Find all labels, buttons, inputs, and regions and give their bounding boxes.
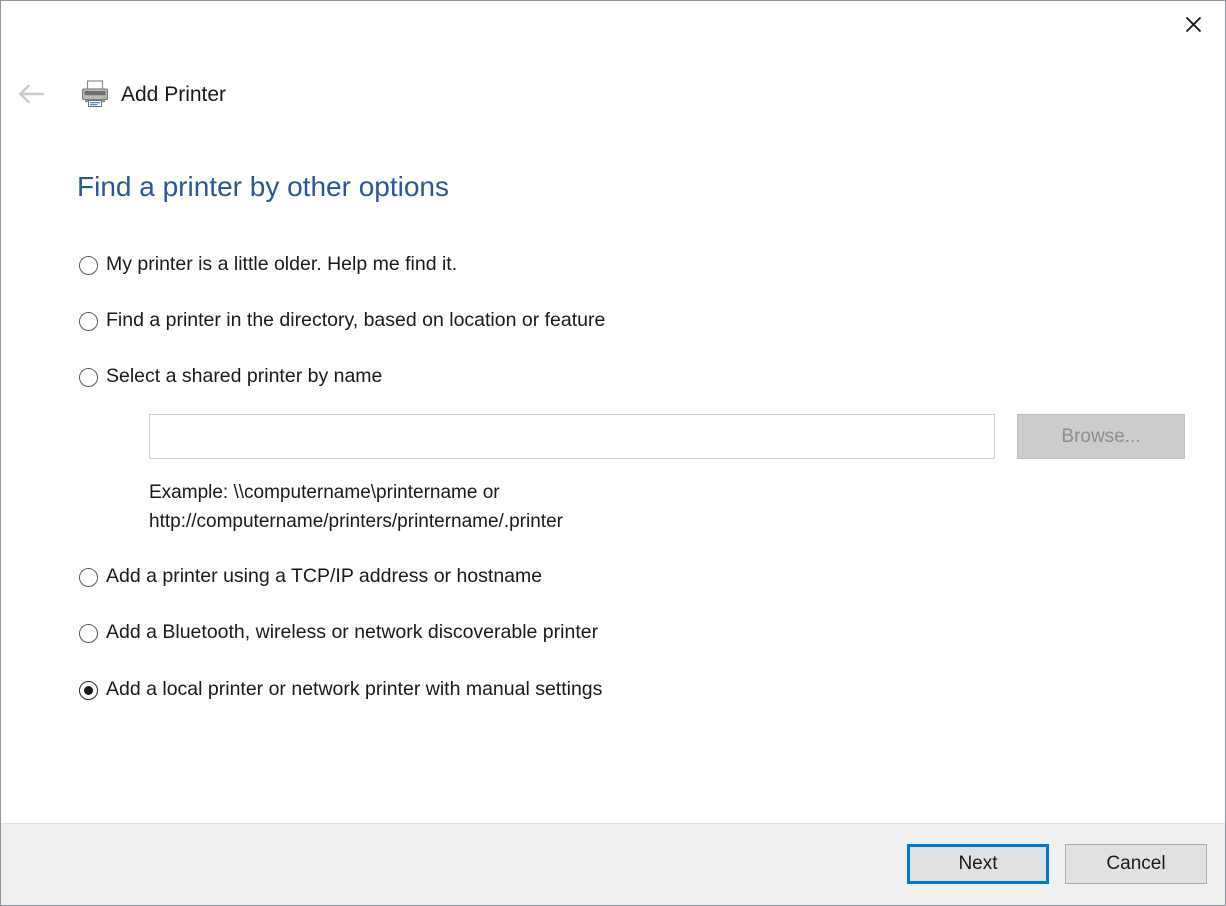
title-bar: [1, 1, 1225, 63]
option-my-printer-is-older[interactable]: My printer is a little older. Help me fi…: [79, 252, 457, 278]
radio-button[interactable]: [79, 623, 98, 643]
back-button[interactable]: [9, 71, 55, 117]
option-local-printer-manual[interactable]: Add a local printer or network printer w…: [79, 677, 602, 703]
printer-icon: [79, 78, 111, 110]
radio-button[interactable]: [79, 255, 98, 275]
close-icon: [1185, 16, 1201, 32]
option-label: Add a printer using a TCP/IP address or …: [106, 565, 543, 588]
shared-printer-name-input[interactable]: [149, 414, 995, 459]
radio-button[interactable]: [79, 567, 98, 587]
cancel-button[interactable]: Cancel: [1065, 844, 1207, 884]
radio-button[interactable]: [79, 311, 98, 331]
option-bluetooth-wireless[interactable]: Add a Bluetooth, wireless or network dis…: [79, 620, 598, 646]
dialog-footer: Next Cancel: [1, 823, 1225, 905]
option-label: Find a printer in the directory, based o…: [106, 309, 606, 332]
browse-button[interactable]: Browse...: [1017, 414, 1185, 459]
option-label: Select a shared printer by name: [106, 365, 383, 388]
radio-button[interactable]: [79, 680, 98, 700]
example-hint-text: Example: \\computername\printername or h…: [149, 482, 563, 532]
option-select-shared-printer[interactable]: Select a shared printer by name: [79, 364, 382, 390]
option-label: My printer is a little older. Help me fi…: [106, 253, 458, 276]
radio-button[interactable]: [79, 367, 98, 387]
option-tcpip-address[interactable]: Add a printer using a TCP/IP address or …: [79, 564, 542, 590]
add-printer-dialog: Add Printer Find a printer by other opti…: [0, 0, 1226, 906]
back-arrow-icon: [19, 84, 45, 104]
navigation-row: Add Printer: [1, 71, 226, 117]
page-title: Find a printer by other options: [77, 171, 449, 202]
next-button[interactable]: Next: [907, 844, 1049, 884]
option-label: Add a Bluetooth, wireless or network dis…: [106, 621, 599, 644]
page-caption: Add Printer: [121, 82, 227, 106]
close-button[interactable]: [1163, 1, 1223, 47]
option-find-in-directory[interactable]: Find a printer in the directory, based o…: [79, 308, 605, 334]
option-label: Add a local printer or network printer w…: [106, 678, 603, 701]
